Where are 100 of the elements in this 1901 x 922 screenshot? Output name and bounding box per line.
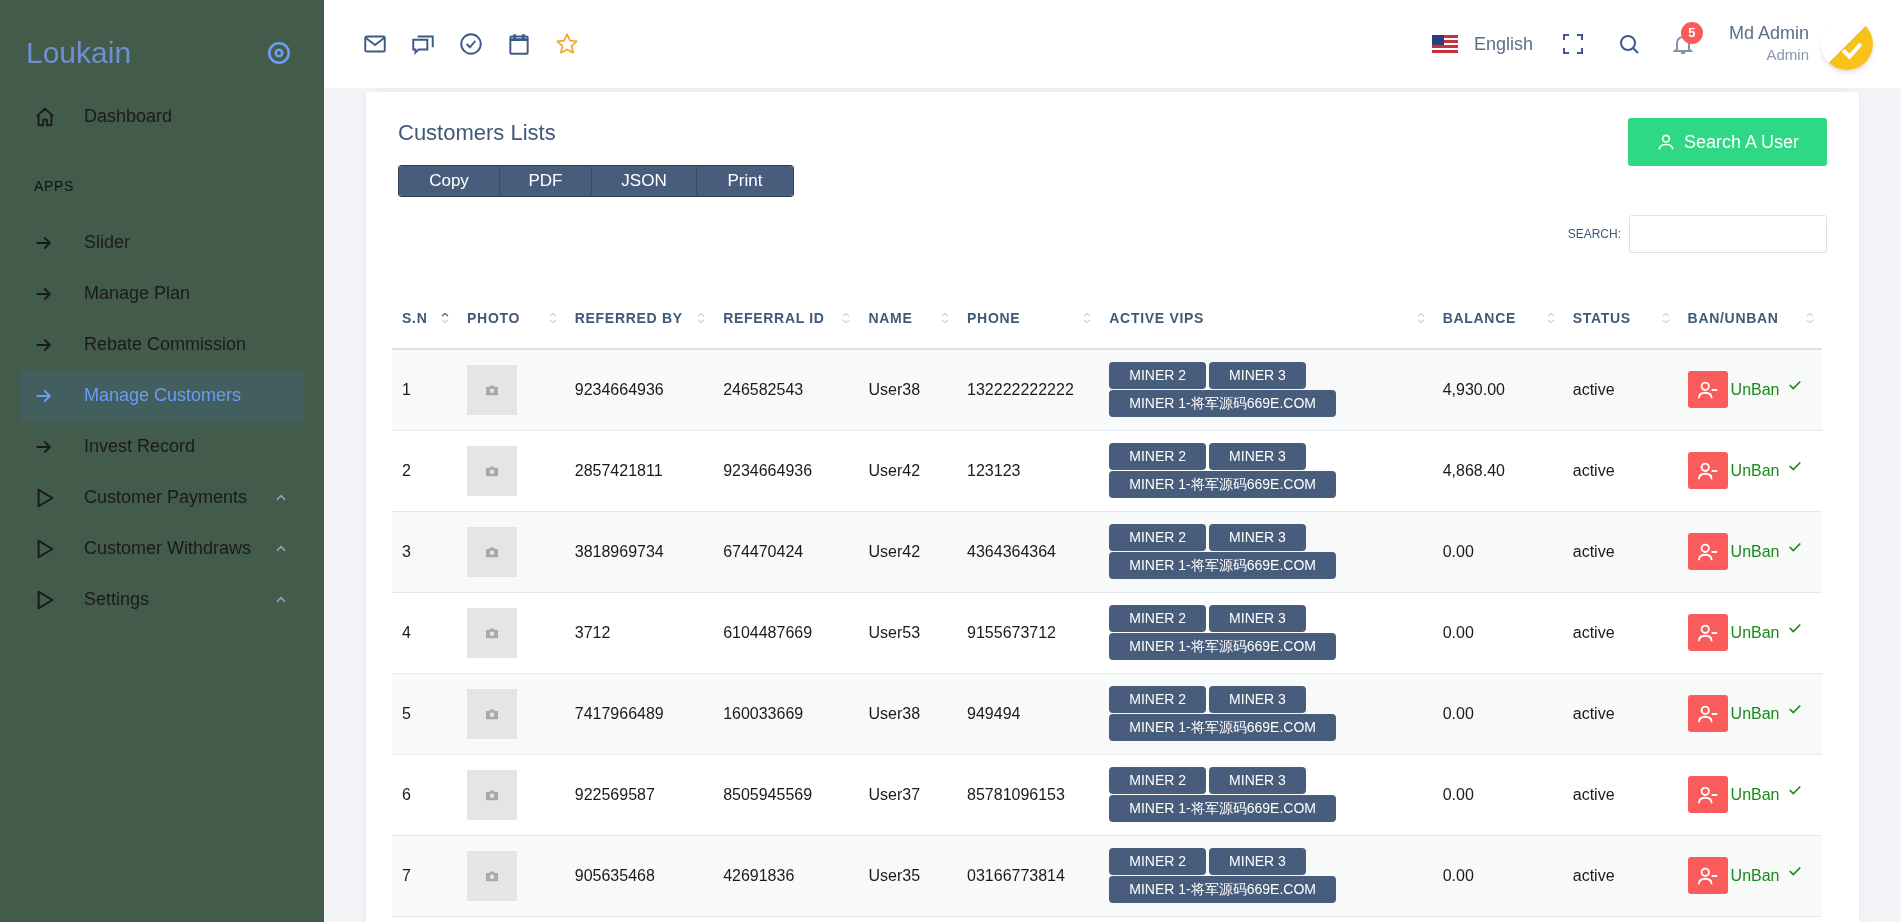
vip-badge: MINER 1-将军源码669E.COM xyxy=(1109,471,1336,498)
table-cell: 85781096153 xyxy=(967,785,1065,803)
table-cell: 123123 xyxy=(967,461,1021,479)
vip-badge: MINER 3 xyxy=(1209,848,1306,875)
unban-link[interactable]: UnBan xyxy=(1730,377,1780,402)
us-flag-icon xyxy=(1431,35,1458,53)
nav-item[interactable]: Invest Record xyxy=(20,421,304,472)
nav-item[interactable]: Customer Payments xyxy=(20,472,304,523)
column-header[interactable]: REFERRAL ID xyxy=(723,307,829,328)
table-cell: User37 xyxy=(868,785,921,803)
table-cell: 3712 xyxy=(574,623,611,641)
ban-user-button[interactable] xyxy=(1687,695,1728,732)
nav-item[interactable]: Slider xyxy=(20,217,304,268)
language-selector[interactable]: English xyxy=(1473,30,1533,58)
column-header[interactable]: BAN/UNBAN xyxy=(1687,307,1783,328)
table-cell: 0.00 xyxy=(1442,542,1474,560)
unban-link[interactable]: UnBan xyxy=(1730,620,1780,645)
column-header[interactable]: ACTIVE VIPS xyxy=(1109,307,1209,328)
vip-badge: MINER 1-将军源码669E.COM xyxy=(1109,552,1336,579)
card-title: Customers Lists xyxy=(398,119,557,147)
table-cell: 674470424 xyxy=(723,542,804,560)
vip-badge: MINER 3 xyxy=(1209,524,1306,551)
table-cell: 8505945569 xyxy=(723,785,813,803)
ban-user-button[interactable] xyxy=(1687,371,1728,409)
column-header[interactable]: PHOTO xyxy=(467,307,525,328)
check-circle-icon xyxy=(458,31,484,57)
nav-item[interactable]: Customer Withdraws xyxy=(20,523,304,574)
unban-link[interactable]: UnBan xyxy=(1730,458,1780,483)
table-cell: 0.00 xyxy=(1442,704,1474,722)
column-header[interactable]: BALANCE xyxy=(1442,307,1520,328)
table-cell: 3 xyxy=(402,542,411,560)
table-cell: 7 xyxy=(402,866,411,884)
column-header[interactable]: S.N xyxy=(402,307,432,328)
unban-link[interactable]: UnBan xyxy=(1730,539,1780,564)
ban-user-button[interactable] xyxy=(1687,614,1728,651)
vip-badge: MINER 1-将军源码669E.COM xyxy=(1109,390,1336,418)
vip-badge: MINER 2 xyxy=(1109,443,1207,470)
vip-badge: MINER 2 xyxy=(1109,524,1207,551)
table-cell: 4364364364 xyxy=(967,542,1056,560)
table-cell: 9234664936 xyxy=(574,380,664,398)
unban-link[interactable]: UnBan xyxy=(1730,782,1780,807)
search-label: SEARCH: xyxy=(1567,226,1621,243)
table-cell: 0.00 xyxy=(1442,866,1474,884)
export-button[interactable]: PDF xyxy=(499,166,591,196)
nav-item[interactable]: Manage Customers xyxy=(20,370,304,421)
table-cell: active xyxy=(1572,542,1615,560)
column-header[interactable]: NAME xyxy=(868,307,917,328)
target-icon xyxy=(266,39,292,66)
table-cell: active xyxy=(1572,623,1615,641)
table-cell: active xyxy=(1572,380,1615,398)
unban-link[interactable]: UnBan xyxy=(1730,863,1780,888)
notification-badge: 5 xyxy=(1680,22,1703,44)
column-header[interactable]: STATUS xyxy=(1572,307,1635,328)
section-heading: APPS xyxy=(33,177,76,196)
user-name: Md Admin xyxy=(1728,21,1809,44)
nav-item[interactable]: Rebate Commission xyxy=(20,319,304,370)
vip-badge: MINER 3 xyxy=(1209,443,1306,470)
vip-badge: MINER 1-将军源码669E.COM xyxy=(1109,714,1336,741)
table-cell: 2 xyxy=(402,461,411,479)
table-cell: 5 xyxy=(402,704,411,722)
vip-badge: MINER 2 xyxy=(1109,362,1207,390)
table-cell: 4,930.00 xyxy=(1442,380,1505,398)
fullscreen-icon xyxy=(1560,32,1585,56)
home-icon xyxy=(34,105,56,128)
vip-badge: MINER 1-将军源码669E.COM xyxy=(1109,876,1336,903)
nav-item[interactable]: Dashboard xyxy=(20,91,304,142)
search-field[interactable] xyxy=(1629,215,1827,253)
export-button[interactable]: Copy xyxy=(399,166,499,196)
brand-logo-text: Loukain xyxy=(26,35,132,71)
user-role: Admin xyxy=(1766,45,1809,65)
table-cell: User42 xyxy=(868,461,921,479)
table-cell: User42 xyxy=(868,542,921,560)
table-cell: 6 xyxy=(402,785,411,803)
avatar[interactable] xyxy=(1821,18,1873,70)
ban-user-button[interactable] xyxy=(1687,857,1728,894)
export-button[interactable]: JSON xyxy=(591,166,696,196)
table-cell: User38 xyxy=(868,380,921,398)
table-cell: 905635468 xyxy=(574,866,655,884)
ban-user-button[interactable] xyxy=(1687,533,1728,570)
table-cell: active xyxy=(1572,704,1615,722)
ban-user-button[interactable] xyxy=(1687,776,1728,813)
calendar-icon xyxy=(506,31,532,57)
table-cell: 949494 xyxy=(967,704,1021,722)
column-header[interactable]: REFERRED BY xyxy=(574,307,687,328)
table-cell: 160033669 xyxy=(723,704,804,722)
table-cell: 6104487669 xyxy=(723,623,813,641)
vip-badge: MINER 3 xyxy=(1209,605,1306,632)
vip-badge: MINER 3 xyxy=(1209,767,1306,794)
ban-user-button[interactable] xyxy=(1687,452,1728,489)
unban-link[interactable]: UnBan xyxy=(1730,701,1780,726)
nav-item[interactable]: Manage Plan xyxy=(20,268,304,319)
export-button[interactable]: Print xyxy=(696,166,793,196)
table-cell: active xyxy=(1572,785,1615,803)
table-cell: User35 xyxy=(868,866,921,884)
column-header[interactable]: PHONE xyxy=(967,307,1025,328)
table-cell: 922569587 xyxy=(574,785,655,803)
table-cell: User38 xyxy=(868,704,921,722)
vip-badge: MINER 1-将军源码669E.COM xyxy=(1109,795,1336,822)
nav-item[interactable]: Settings xyxy=(20,574,304,625)
table-cell: 1 xyxy=(402,380,411,398)
